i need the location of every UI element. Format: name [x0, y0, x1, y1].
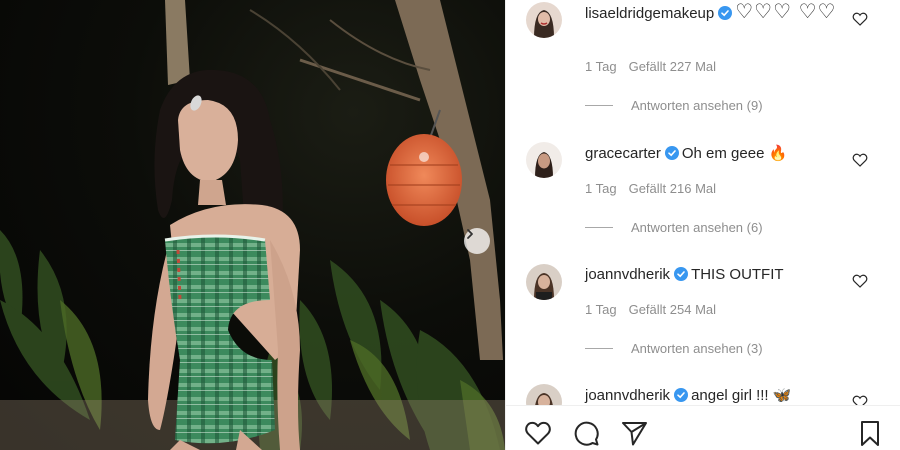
avatar-image: [526, 142, 562, 178]
comment-username[interactable]: gracecarter: [585, 145, 661, 162]
view-replies-label: Antworten ansehen (6): [631, 220, 763, 235]
avatar[interactable]: [526, 264, 562, 300]
verified-badge-icon: [718, 6, 733, 20]
verified-badge-icon: [674, 267, 689, 281]
avatar-image: [526, 264, 562, 300]
comment-bubble-icon[interactable]: [572, 419, 600, 447]
like-comment-heart-icon[interactable]: [852, 11, 868, 27]
verified-badge-icon: [664, 146, 679, 160]
view-replies-label: Antworten ansehen (9): [631, 98, 763, 113]
avatar[interactable]: [526, 142, 562, 178]
comment-text: ♡♡♡ ♡♡: [735, 1, 837, 23]
comment-text: angel girl !!! 🦋: [691, 387, 792, 404]
view-replies-button[interactable]: Antworten ansehen (9): [585, 98, 763, 113]
post-photo: [0, 0, 505, 450]
replies-divider: [585, 227, 613, 228]
verified-badge-icon: [674, 388, 689, 402]
heart-icon[interactable]: [524, 419, 552, 447]
comment-username[interactable]: joannvdherik: [585, 266, 670, 283]
comment-age: 1 Tag: [585, 59, 617, 74]
comment-text: THIS OUTFIT: [691, 266, 784, 283]
comment-likes[interactable]: Gefällt 216 Mal: [629, 181, 716, 196]
paper-plane-icon[interactable]: [620, 419, 648, 447]
comments-panel: lisaeldridgemakeup ♡♡♡ ♡♡ 1 Tag Gefällt 22…: [505, 0, 900, 450]
view-replies-button[interactable]: Antworten ansehen (6): [585, 220, 763, 235]
comment-list[interactable]: lisaeldridgemakeup ♡♡♡ ♡♡ 1 Tag Gefällt 22…: [506, 0, 900, 405]
comment-username[interactable]: lisaeldridgemakeup: [585, 5, 714, 22]
like-comment-heart-icon[interactable]: [852, 152, 868, 168]
avatar[interactable]: [526, 384, 562, 405]
like-comment-heart-icon[interactable]: [852, 273, 868, 289]
comment-age: 1 Tag: [585, 181, 617, 196]
comment-text: Oh em geee 🔥: [681, 145, 788, 162]
post-action-bar: [506, 405, 900, 450]
comment-username[interactable]: joannvdherik: [585, 387, 670, 404]
like-comment-heart-icon[interactable]: [852, 394, 868, 405]
bookmark-icon[interactable]: [856, 419, 884, 447]
comment-likes[interactable]: Gefällt 254 Mal: [629, 302, 716, 317]
avatar[interactable]: [526, 2, 562, 38]
comment-likes[interactable]: Gefällt 227 Mal: [629, 59, 716, 74]
comment-age: 1 Tag: [585, 302, 617, 317]
avatar-image: [526, 2, 562, 38]
replies-divider: [585, 348, 613, 349]
view-replies-label: Antworten ansehen (3): [631, 341, 763, 356]
chevron-right-icon: [467, 229, 473, 239]
next-photo-button[interactable]: [464, 228, 490, 254]
replies-divider: [585, 105, 613, 106]
avatar-image: [526, 384, 562, 405]
post-media[interactable]: [0, 0, 505, 450]
view-replies-button[interactable]: Antworten ansehen (3): [585, 341, 763, 356]
